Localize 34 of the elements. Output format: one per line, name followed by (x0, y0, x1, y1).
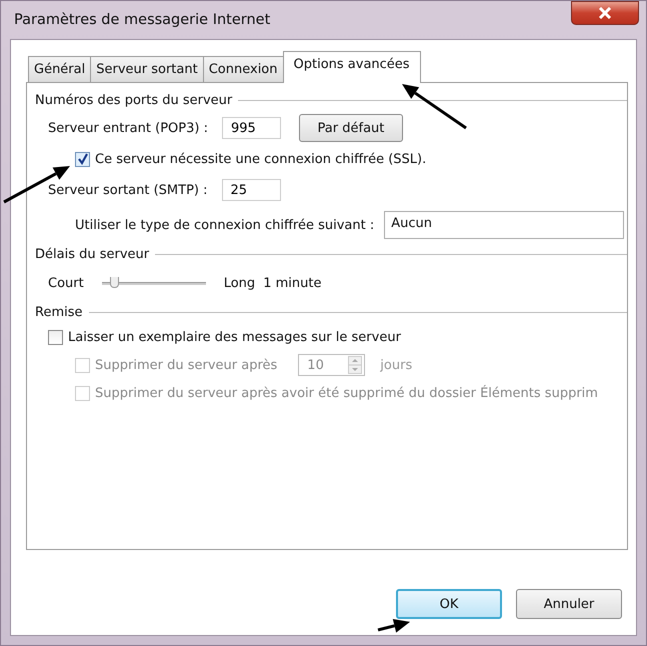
checkbox[interactable] (48, 330, 63, 344)
group-title: Délais du serveur (35, 246, 150, 262)
unit-label: jours (380, 358, 412, 372)
ok-button[interactable]: OK (396, 589, 502, 619)
arrow-icon (376, 617, 412, 635)
checkbox-label: Laisser un exemplaire des messages sur le serveur (68, 330, 401, 344)
field-label: Utiliser le type de connexion chiffrée suivant : (75, 218, 374, 232)
group-title: Remise (35, 304, 82, 320)
encryption-dropdown[interactable]: Aucun (384, 211, 624, 239)
checkbox[interactable] (75, 152, 90, 166)
port-field[interactable]: 995 (222, 117, 281, 139)
field-label: Serveur entrant (POP3) : (48, 120, 208, 136)
window-title: Paramètres de messagerie Internet (14, 12, 270, 28)
arrow-icon (400, 82, 468, 130)
timeout-reading: 1 minute (263, 276, 322, 290)
group-title: Numéros des ports du serveur (35, 92, 232, 108)
slider-label: Long (224, 276, 256, 290)
spin-arrows-icon (348, 356, 362, 374)
field-label: Serveur sortant (SMTP) : (48, 182, 208, 198)
checkbox-label: Ce serveur nécessite une connexion chiffrée (SSL). (95, 152, 426, 166)
tab[interactable]: Options avancées (282, 51, 421, 83)
slider-label: Court (48, 276, 84, 290)
checkbox-label: Supprimer du serveur après avoir été supprimé du dossier Éléments supprim (95, 386, 598, 400)
checkbox-label: Supprimer du serveur après (95, 358, 278, 372)
close-icon (598, 7, 612, 19)
days-spinner: 10 (298, 354, 366, 376)
tab[interactable]: Connexion (202, 56, 284, 82)
close-button[interactable] (571, 1, 639, 25)
tab[interactable]: Général (28, 56, 92, 82)
slider-thumb[interactable] (110, 277, 120, 288)
cancel-button[interactable]: Annuler (516, 589, 622, 619)
port-field[interactable]: 25 (222, 179, 281, 201)
tab[interactable]: Serveur sortant (90, 56, 204, 82)
default-button[interactable]: Par défaut (298, 114, 403, 142)
